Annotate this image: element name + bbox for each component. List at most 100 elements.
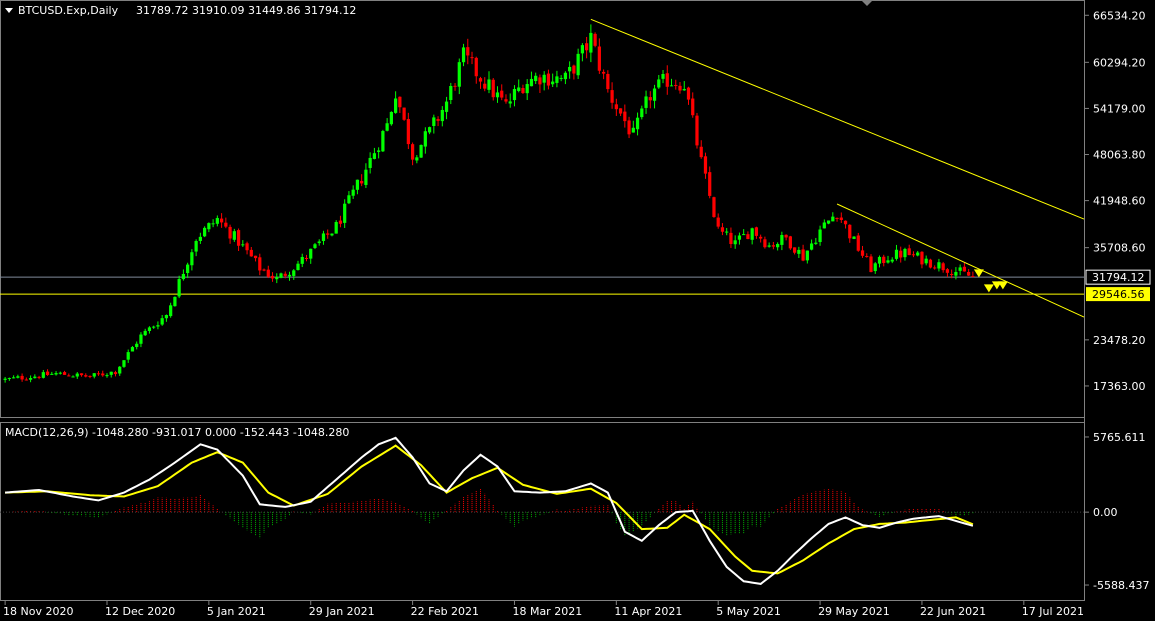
candle-body — [852, 236, 856, 239]
candle-body — [695, 115, 699, 146]
candle-body — [958, 267, 962, 271]
candle-body — [716, 217, 720, 227]
candle-body — [45, 371, 50, 376]
dropdown-triangle-icon[interactable] — [5, 8, 13, 13]
candle-body — [394, 98, 398, 113]
candle-body — [122, 360, 126, 367]
window-corner-marker — [861, 0, 873, 6]
signal-arrow-icon — [973, 269, 984, 278]
candle-body — [568, 66, 572, 72]
price-pane-frame — [0, 0, 1085, 418]
candle-body — [355, 179, 360, 190]
candle-body — [788, 236, 792, 249]
candle-body — [924, 258, 928, 264]
candle-body — [338, 220, 343, 224]
candle-body — [28, 378, 33, 380]
candle-body — [377, 150, 381, 152]
candle-body — [147, 327, 152, 332]
time-tick-label: 12 Dec 2020 — [105, 605, 175, 618]
candle-body — [623, 111, 627, 122]
candle-body — [920, 251, 924, 265]
candle-body — [198, 236, 202, 241]
candle-body — [130, 347, 135, 352]
candle-body — [177, 279, 181, 297]
chart-window: 66534.20 60294.20 54179.00 48063.80 41948.60… — [0, 0, 1155, 621]
candle-body — [419, 144, 423, 158]
candle-body — [347, 195, 351, 204]
candle-body — [500, 90, 504, 98]
candle-body — [601, 71, 606, 74]
candle-body — [351, 189, 355, 196]
candle-body — [11, 377, 16, 379]
candle-body — [7, 378, 11, 380]
candle-body — [754, 227, 759, 236]
price-tick-label: 35708.60 — [1093, 242, 1146, 255]
candle-body — [563, 72, 568, 80]
candle-body — [831, 216, 835, 222]
candle-body — [873, 263, 877, 272]
candle-body — [635, 117, 640, 130]
candle-body — [797, 249, 801, 254]
candle-body — [559, 77, 563, 79]
candle-body — [580, 45, 584, 54]
candle-body — [945, 269, 950, 273]
candle-body — [139, 334, 143, 344]
candle-body — [733, 240, 737, 245]
candle-body — [950, 273, 954, 275]
candle-body — [818, 229, 822, 243]
candle-body — [398, 96, 402, 108]
time-tick-label: 11 Apr 2021 — [614, 605, 682, 618]
candle-body — [309, 248, 313, 259]
candle-body — [907, 248, 911, 256]
upper-trendline — [590, 18, 1085, 220]
time-tick-label: 29 Jan 2021 — [309, 605, 375, 618]
candle-body — [712, 197, 716, 217]
candle-body — [890, 259, 894, 262]
candle-body — [113, 372, 118, 375]
candle-body — [152, 326, 156, 328]
candle-body — [809, 243, 814, 250]
time-tick-label: 5 Jan 2021 — [207, 605, 266, 618]
candle-body — [326, 233, 330, 235]
candle-body — [364, 169, 368, 185]
candle-body — [894, 249, 899, 259]
price-axis: 66534.20 60294.20 54179.00 48063.80 41948.60… — [1084, 9, 1146, 393]
candle-body — [839, 217, 843, 221]
candle-body — [585, 43, 589, 51]
candle-body — [674, 85, 678, 87]
candle-body — [487, 79, 491, 90]
candle-body — [203, 227, 207, 237]
chart-canvas[interactable]: 66534.20 60294.20 54179.00 48063.80 41948.60… — [0, 0, 1155, 621]
candle-body — [538, 77, 542, 85]
candle-body — [334, 222, 338, 234]
candle-body — [962, 266, 967, 272]
candle-body — [67, 375, 71, 377]
candle-body — [814, 242, 818, 244]
candle-body — [105, 375, 109, 377]
candle-body — [593, 33, 597, 46]
candle-body — [521, 88, 525, 94]
candle-body — [856, 235, 860, 251]
candle-body — [491, 79, 495, 98]
candle-body — [606, 73, 610, 90]
candle-body — [652, 88, 657, 101]
candle-body — [75, 373, 79, 377]
candle-body — [877, 256, 882, 264]
candle-body — [262, 269, 266, 271]
candle-body — [699, 146, 703, 158]
candle-body — [79, 373, 84, 376]
candle-body — [101, 373, 105, 376]
candle-body — [466, 47, 470, 56]
candle-body — [436, 119, 440, 121]
candle-body — [725, 231, 729, 233]
macd-indicator-label: MACD(12,26,9) -1048.280 -931.017 0.000 -… — [5, 426, 349, 439]
candle-body — [37, 376, 41, 378]
candle-body — [780, 235, 784, 245]
candle-body — [640, 108, 644, 118]
candle-body — [88, 375, 92, 377]
candle-body — [236, 230, 241, 246]
ohlc-values-label: 31789.72 31910.09 31449.86 31794.12 — [136, 4, 356, 17]
candle-body — [33, 376, 37, 379]
candle-body — [767, 245, 771, 247]
macd-tick-label: 5765.611 — [1093, 431, 1146, 444]
